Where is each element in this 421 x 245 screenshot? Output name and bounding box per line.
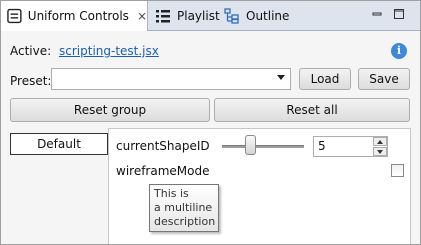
current-shape-id-stepper[interactable] — [373, 137, 387, 156]
reset-all-button[interactable]: Reset all — [214, 98, 410, 122]
active-label: Active: — [10, 44, 52, 58]
reset-group-button[interactable]: Reset group — [10, 98, 210, 122]
tab-uniform-controls[interactable]: Uniform Controls ⨯ — [1, 1, 148, 31]
tooltip: This is a multiline description — [149, 184, 219, 232]
tooltip-line: a multiline — [154, 201, 213, 214]
wireframe-mode-label: wireframeMode — [116, 164, 210, 178]
outline-icon — [224, 7, 239, 24]
tab-bar: Uniform Controls ⨯ Playlist Outline — [1, 1, 420, 31]
controls-icon — [7, 8, 22, 24]
spin-down-icon[interactable] — [373, 147, 387, 156]
tab-label: Playlist — [177, 8, 220, 23]
info-icon[interactable]: i — [391, 43, 407, 59]
current-shape-id-slider[interactable] — [222, 145, 304, 148]
maximize-icon[interactable] — [393, 8, 405, 20]
active-file-link[interactable]: scripting-test.jsx — [59, 44, 159, 58]
minimize-icon[interactable] — [371, 8, 383, 20]
tooltip-line: description — [154, 215, 216, 228]
playlist-icon — [156, 9, 170, 22]
tab-outline[interactable]: Outline — [218, 1, 289, 30]
spin-up-icon[interactable] — [373, 137, 387, 146]
save-button[interactable]: Save — [358, 68, 410, 90]
tab-label: Outline — [246, 8, 290, 23]
close-icon[interactable]: ⨯ — [137, 9, 147, 23]
wireframe-mode-checkbox[interactable] — [391, 164, 404, 177]
panel-content: Active: scripting-test.jsx i Preset: Loa… — [1, 31, 420, 244]
tab-playlist[interactable]: Playlist — [149, 1, 220, 30]
tooltip-line: This is — [154, 187, 189, 200]
slider-thumb[interactable] — [245, 135, 257, 155]
active-file-row: Active: scripting-test.jsx — [10, 44, 159, 58]
tab-label: Uniform Controls — [27, 9, 129, 23]
group-list-item-default[interactable]: Default — [10, 133, 108, 155]
current-shape-id-label: currentShapeID — [116, 139, 210, 153]
load-button[interactable]: Load — [299, 68, 351, 90]
chevron-down-icon[interactable] — [277, 75, 285, 80]
uniform-controls-panel: Uniform Controls ⨯ Playlist Outline Acti… — [0, 0, 421, 245]
preset-label: Preset: — [10, 74, 52, 88]
preset-dropdown[interactable] — [51, 68, 291, 90]
